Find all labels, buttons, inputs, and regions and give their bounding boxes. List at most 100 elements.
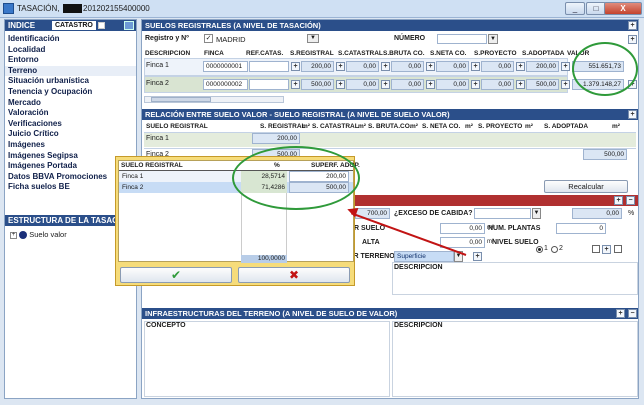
red-add-button[interactable]: + bbox=[614, 196, 623, 205]
col-header: S. CATASTRAL bbox=[312, 123, 359, 130]
registral-input[interactable]: 500,00 bbox=[301, 79, 334, 90]
popup-col-name: SUELO REGISTRAL bbox=[121, 162, 183, 169]
sidebar-item[interactable]: Entorno bbox=[5, 55, 136, 66]
relacion-header: RELACIÓN ENTRE SUELO VALOR - SUELO REGIS… bbox=[142, 109, 638, 120]
finca-input[interactable]: 0000000001 bbox=[203, 61, 248, 72]
infra-descripcion-box[interactable] bbox=[392, 321, 638, 397]
col-header: m² bbox=[302, 123, 310, 130]
row-add-button[interactable]: + bbox=[336, 62, 345, 71]
nivel-checkbox[interactable] bbox=[614, 245, 622, 253]
catastral-input[interactable]: 0,00 bbox=[346, 79, 379, 90]
exceso-dropdown-icon[interactable]: ▼ bbox=[532, 208, 541, 219]
row-add-button[interactable]: + bbox=[336, 80, 345, 89]
recalcular-button[interactable]: Recalcular bbox=[544, 180, 628, 193]
sidebar-item[interactable]: Tenencia y Ocupación bbox=[5, 87, 136, 98]
row-add-button[interactable]: + bbox=[381, 80, 390, 89]
registro-add-button[interactable]: + bbox=[628, 35, 637, 44]
suelo-input[interactable]: 0,00 bbox=[440, 223, 485, 234]
row-add-button[interactable]: + bbox=[516, 80, 525, 89]
relacion-adoptada[interactable]: 500,00 bbox=[583, 149, 627, 160]
sidebar-item[interactable]: Juicio Crítico bbox=[5, 129, 136, 140]
row-add-button[interactable]: + bbox=[291, 62, 300, 71]
col-header: m² bbox=[525, 123, 533, 130]
adoptada-input[interactable]: 200,00 bbox=[526, 61, 559, 72]
row-add-button[interactable]: + bbox=[381, 62, 390, 71]
bruta-input[interactable]: 0,00 bbox=[391, 79, 424, 90]
sidebar-item[interactable]: Identificación bbox=[5, 34, 136, 45]
relacion-registral[interactable]: 200,00 bbox=[252, 133, 300, 144]
neta-input[interactable]: 0,00 bbox=[436, 61, 469, 72]
row-add-button[interactable]: + bbox=[561, 80, 570, 89]
catastral-input[interactable]: 0,00 bbox=[346, 61, 379, 72]
alta-label: ALTA bbox=[362, 239, 380, 246]
col-header: FINCA bbox=[204, 50, 224, 57]
radio-2[interactable] bbox=[551, 246, 558, 253]
terreno-select[interactable]: Superficie bbox=[394, 251, 454, 262]
expand-icon[interactable]: + bbox=[10, 231, 17, 239]
radio-1[interactable] bbox=[536, 246, 543, 253]
registrales-add-button[interactable]: + bbox=[628, 21, 637, 30]
col-header: S.REGISTRAL bbox=[290, 50, 334, 57]
registral-input[interactable]: 200,00 bbox=[301, 61, 334, 72]
row-desc: Finca 2 bbox=[146, 80, 169, 87]
nivel-add-button[interactable]: + bbox=[602, 245, 611, 254]
numero-input[interactable] bbox=[437, 34, 487, 44]
minimize-button[interactable]: _ bbox=[565, 2, 585, 15]
nivel-checkbox[interactable] bbox=[592, 245, 600, 253]
table-row[interactable] bbox=[144, 132, 636, 147]
exceso-unit: % bbox=[628, 210, 635, 217]
sidebar-item[interactable]: Localidad bbox=[5, 45, 136, 56]
row-add-button[interactable]: + bbox=[471, 80, 480, 89]
relacion-add-button[interactable]: + bbox=[628, 110, 637, 119]
tree-node[interactable]: + Suelo valor bbox=[10, 230, 67, 240]
registro-dropdown-icon[interactable]: ▼ bbox=[307, 34, 319, 43]
row-add-button[interactable]: + bbox=[426, 62, 435, 71]
registro-label: Registro y Nº bbox=[145, 35, 189, 42]
sidebar-item[interactable]: Mercado bbox=[5, 98, 136, 109]
terreno-add-button[interactable]: + bbox=[473, 252, 482, 261]
refcatas-input[interactable] bbox=[249, 79, 289, 90]
proyecto-input[interactable]: 0,00 bbox=[481, 79, 514, 90]
finca-input[interactable]: 0000000002 bbox=[203, 79, 248, 90]
numero-dropdown-icon[interactable]: ▼ bbox=[488, 34, 498, 44]
col-header: S.NETA CO. bbox=[430, 50, 467, 57]
sidebar-item-selected[interactable]: Terreno bbox=[5, 65, 136, 77]
neta-input[interactable]: 0,00 bbox=[436, 79, 469, 90]
tab-catastro[interactable]: CATASTRO bbox=[52, 21, 96, 30]
annotation-ellipse bbox=[232, 146, 360, 210]
concepto-box[interactable] bbox=[144, 321, 390, 397]
redacted-block bbox=[63, 4, 82, 13]
row-add-button[interactable]: + bbox=[516, 62, 525, 71]
maximize-button[interactable]: □ bbox=[586, 2, 606, 15]
adoptada-input[interactable]: 500,00 bbox=[526, 79, 559, 90]
sidebar-item[interactable]: Imágenes bbox=[5, 140, 136, 151]
refcatas-input[interactable] bbox=[249, 61, 289, 72]
row-add-button[interactable]: + bbox=[561, 62, 570, 71]
row-add-button[interactable]: + bbox=[426, 80, 435, 89]
red-remove-button[interactable]: − bbox=[626, 196, 635, 205]
proyecto-input[interactable]: 0,00 bbox=[481, 61, 514, 72]
index-title: INDICE bbox=[8, 21, 36, 30]
row-add-button[interactable]: + bbox=[291, 80, 300, 89]
exceso-pct[interactable]: 0,00 bbox=[572, 208, 622, 219]
ok-button[interactable]: ✔ bbox=[120, 267, 232, 283]
plantas-input[interactable]: 0 bbox=[556, 223, 606, 234]
bruta-input[interactable]: 0,00 bbox=[391, 61, 424, 72]
catastro-checkbox[interactable] bbox=[98, 22, 105, 29]
sidebar-item[interactable]: Valoración bbox=[5, 108, 136, 119]
close-button[interactable]: X bbox=[604, 2, 642, 15]
popup-row-name: Finca 2 bbox=[122, 184, 144, 191]
sidebar-item[interactable]: Verificaciones bbox=[5, 119, 136, 130]
horizontal-scrollbar[interactable] bbox=[144, 96, 284, 103]
infra-remove-button[interactable]: − bbox=[628, 309, 637, 318]
cancel-button[interactable]: ✖ bbox=[238, 267, 350, 283]
registro-checkbox[interactable]: ✓ bbox=[204, 34, 213, 43]
scrollbar-thumb[interactable] bbox=[151, 97, 211, 102]
col-header: S.BRUTA CO. bbox=[383, 50, 425, 57]
infra-add-button[interactable]: + bbox=[616, 309, 625, 318]
collapse-icon[interactable] bbox=[124, 21, 134, 30]
sidebar-item[interactable]: Situación urbanística bbox=[5, 76, 136, 87]
row-add-button[interactable]: + bbox=[471, 62, 480, 71]
concepto-label: CONCEPTO bbox=[146, 322, 186, 329]
exceso-select[interactable] bbox=[474, 208, 531, 219]
